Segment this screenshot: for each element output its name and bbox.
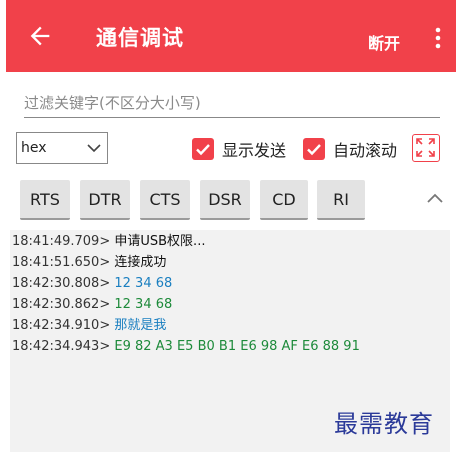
chevron-up-icon[interactable] — [426, 192, 444, 204]
app-bar: 通信调试 断开 — [6, 0, 456, 72]
dropdown-arrow-icon — [87, 144, 101, 153]
disconnect-button[interactable]: 断开 — [368, 30, 400, 54]
check-icon — [192, 138, 214, 160]
show-sent-label: 显示发送 — [222, 141, 287, 160]
more-vert-icon[interactable] — [430, 26, 446, 50]
signal-button-cts[interactable]: CTS — [140, 180, 190, 220]
filter-input[interactable] — [24, 88, 440, 118]
log-row: 18:42:34.943> E9 82 A3 E5 B0 B1 E6 98 AF… — [12, 339, 360, 354]
page-title: 通信调试 — [96, 26, 184, 50]
show-sent-checkbox[interactable]: 显示发送 — [192, 136, 286, 162]
log-row: 18:42:30.808> 12 34 68 — [12, 276, 173, 291]
fullscreen-icon — [416, 138, 435, 157]
back-arrow-icon[interactable] — [26, 22, 54, 50]
check-icon — [303, 138, 325, 160]
log-row: 18:41:49.709> 申请USB权限... — [12, 234, 206, 249]
signal-button-ri[interactable]: RI — [317, 180, 365, 220]
auto-scroll-checkbox[interactable]: 自动滚动 — [303, 136, 397, 162]
log-row: 18:42:30.862> 12 34 68 — [12, 297, 173, 312]
format-select[interactable]: hex — [16, 132, 108, 164]
log-row: 18:42:34.910> 那就是我 — [12, 318, 167, 333]
signal-button-dtr[interactable]: DTR — [80, 180, 130, 220]
signal-button-rts[interactable]: RTS — [20, 180, 70, 220]
signal-button-dsr[interactable]: DSR — [200, 180, 250, 220]
fullscreen-button[interactable] — [412, 134, 440, 162]
log-row: 18:41:51.650> 连接成功 — [12, 255, 167, 270]
watermark: 最需教育 — [334, 410, 434, 438]
format-select-value: hex — [21, 140, 47, 156]
auto-scroll-label: 自动滚动 — [333, 141, 398, 160]
signal-button-cd[interactable]: CD — [260, 180, 308, 220]
